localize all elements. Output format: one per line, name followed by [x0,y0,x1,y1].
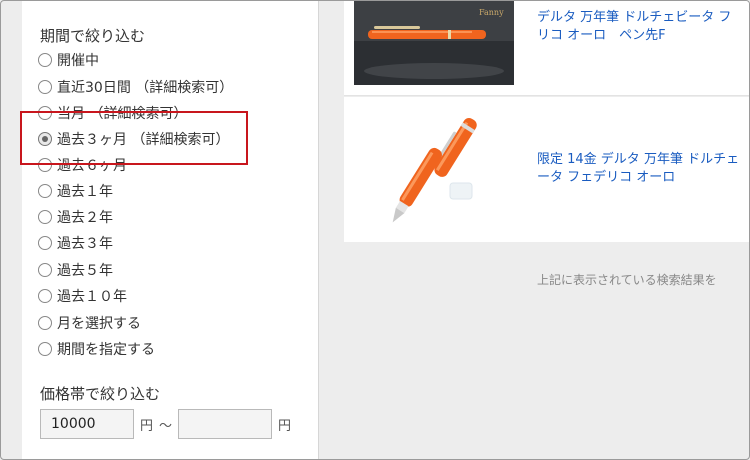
period-option-past-1-year[interactable]: 過去１年 [38,180,113,202]
period-option-ongoing[interactable]: 開催中 [38,49,99,71]
svg-text:Fanny: Fanny [479,8,504,17]
period-option-label: 過去６ヶ月 [57,158,127,174]
period-option-label: 当月 （詳細検索可） [57,106,188,122]
currency-unit-label: 円 [140,418,154,434]
radio-button-selected[interactable] [38,132,52,146]
orange-fountain-pen-capped-image: Fanny [354,1,514,85]
period-option-specify-range[interactable]: 期間を指定する [38,338,155,360]
orange-fountain-pen-open-image [354,105,514,235]
radio-button[interactable] [38,184,52,198]
price-min-input[interactable] [40,409,134,439]
filter-sidebar: 期間で絞り込む 開催中 直近30日間 （詳細検索可） 当月 （詳細検索可） 過去… [22,1,319,459]
radio-button[interactable] [38,316,52,330]
result-title-line: 限定 14金 デルタ 万年筆 ドルチェ [537,152,740,167]
radio-button[interactable] [38,263,52,277]
period-option-label: 直近30日間 （詳細検索可） [57,80,234,96]
window-frame: 期間で絞り込む 開催中 直近30日間 （詳細検索可） 当月 （詳細検索可） 過去… [0,0,750,460]
period-option-select-month[interactable]: 月を選択する [38,312,141,334]
period-option-label: 月を選択する [57,316,141,332]
product-thumbnail[interactable] [354,105,514,235]
result-title-line: デルタ 万年筆 ドルチェビータ フ [537,10,732,25]
price-range-row: 円 〜 円 [40,409,297,439]
result-item: 限定 14金 デルタ 万年筆 ドルチェ ータ フェデリコ オーロ [344,97,749,242]
radio-button[interactable] [38,80,52,94]
result-item: Fanny デルタ 万年筆 ドルチェビータ フ リコ オーロ ペン先F [344,1,749,96]
period-option-past-2-years[interactable]: 過去２年 [38,206,113,228]
price-filter-title: 価格帯で絞り込む [40,385,161,403]
period-option-this-month[interactable]: 当月 （詳細検索可） [38,102,187,124]
result-title-line: リコ オーロ ペン先F [537,28,666,43]
result-title-link[interactable]: デルタ 万年筆 ドルチェビータ フ リコ オーロ ペン先F [537,9,731,45]
radio-button[interactable] [38,289,52,303]
radio-button[interactable] [38,106,52,120]
period-option-label: 過去１０年 [57,289,127,305]
period-option-label: 過去３ヶ月 （詳細検索可） [57,132,230,148]
period-option-past-10-years[interactable]: 過去１０年 [38,285,127,307]
period-option-label: 過去１年 [57,184,113,200]
currency-unit-label: 円 [278,418,292,434]
product-thumbnail[interactable]: Fanny [354,1,514,85]
period-option-last-30-days[interactable]: 直近30日間 （詳細検索可） [38,76,233,98]
results-footer-note: 上記に表示されている検索結果を [537,273,717,287]
period-option-past-3-months[interactable]: 過去３ヶ月 （詳細検索可） [38,128,229,150]
period-option-past-6-months[interactable]: 過去６ヶ月 [38,154,127,176]
period-option-label: 過去２年 [57,210,113,226]
radio-button[interactable] [38,236,52,250]
range-separator: 〜 [159,418,173,434]
radio-button[interactable] [38,53,52,67]
radio-button[interactable] [38,210,52,224]
period-option-past-3-years[interactable]: 過去３年 [38,232,113,254]
period-option-past-5-years[interactable]: 過去５年 [38,259,113,281]
result-title-line: ータ フェデリコ オーロ [537,170,676,185]
price-max-input[interactable] [178,409,273,439]
radio-button[interactable] [38,342,52,356]
period-option-label: 過去５年 [57,263,113,279]
radio-button[interactable] [38,158,52,172]
period-option-label: 期間を指定する [57,342,155,358]
result-title-link[interactable]: 限定 14金 デルタ 万年筆 ドルチェ ータ フェデリコ オーロ [537,151,739,187]
period-option-label: 開催中 [57,53,99,69]
period-option-label: 過去３年 [57,236,113,252]
period-filter-title: 期間で絞り込む [40,27,146,45]
